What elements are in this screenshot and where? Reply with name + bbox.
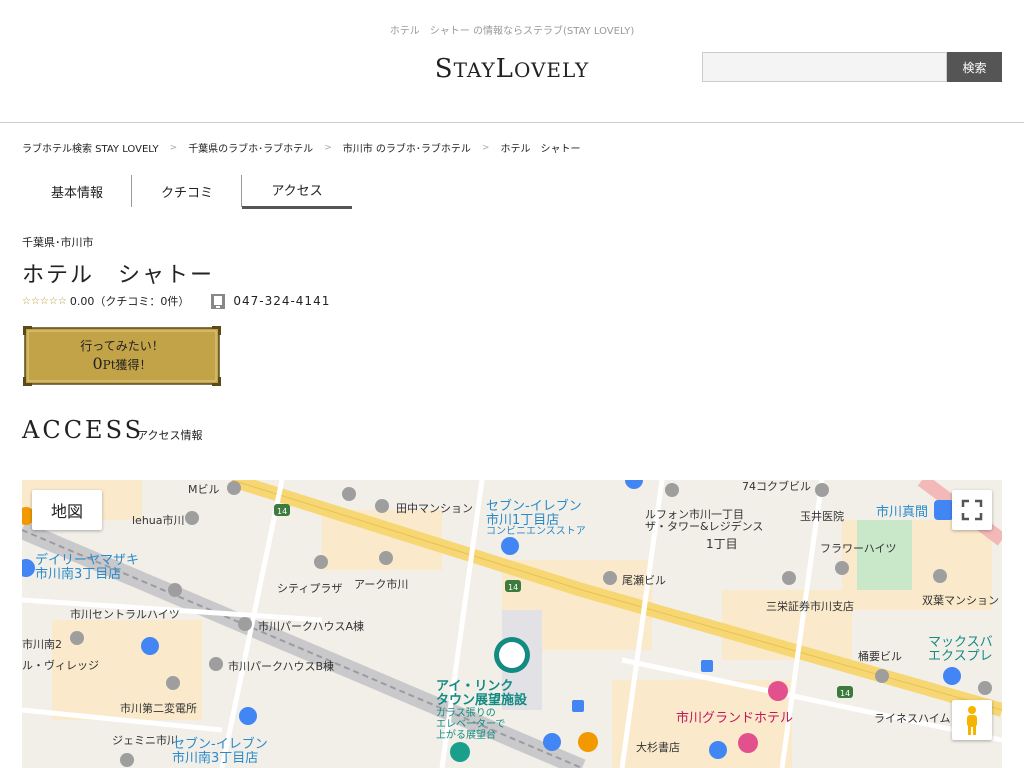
page-title: ホテル シャトー <box>22 263 215 288</box>
breadcrumb-separator: > <box>324 142 332 153</box>
svg-text:ガラス張りの: ガラス張りの <box>436 707 496 719</box>
svg-text:尾瀬ビル: 尾瀬ビル <box>622 573 666 587</box>
section-title: ACCESS <box>22 416 145 444</box>
svg-text:エクスプレ: エクスプレ <box>928 649 993 664</box>
svg-text:市川パークハウスB棟: 市川パークハウスB棟 <box>228 659 334 673</box>
svg-text:ライネスハイム: ライネスハイム <box>874 712 951 725</box>
pegman-icon <box>967 706 977 735</box>
street-view-button[interactable] <box>952 700 992 740</box>
svg-text:アーク市川: アーク市川 <box>354 577 408 591</box>
svg-text:シティプラザ: シティプラザ <box>277 582 342 595</box>
hotel-tabs: 基本情報 クチコミ アクセス <box>22 173 352 209</box>
svg-text:14: 14 <box>508 583 518 592</box>
svg-text:タウン展望施設: タウン展望施設 <box>436 692 528 708</box>
map-canvas[interactable]: Mビル 田中マンション セブン-イレブン 市川1丁目店 コンビニエンスストア 7… <box>22 480 1002 768</box>
want-to-go-button[interactable]: 行ってみたい！ 0Pt獲得！ <box>22 325 222 387</box>
restaurant-pin-icon <box>578 732 598 752</box>
svg-text:ジェミニ市川: ジェミニ市川 <box>112 733 178 747</box>
svg-text:ルフォン市川一丁目: ルフォン市川一丁目 <box>645 507 744 521</box>
svg-text:1丁目: 1丁目 <box>706 537 738 551</box>
attraction-pin-icon <box>450 742 470 762</box>
svg-text:市川セントラルハイツ: 市川セントラルハイツ <box>70 607 180 621</box>
breadcrumb-separator: > <box>169 142 178 153</box>
svg-text:市川パークハウスA棟: 市川パークハウスA棟 <box>258 619 364 633</box>
svg-text:上がる展望台: 上がる展望台 <box>436 728 496 741</box>
google-map[interactable]: Mビル 田中マンション セブン-イレブン 市川1丁目店 コンビニエンスストア 7… <box>22 480 1002 768</box>
svg-text:セブン-イレブン: セブン-イレブン <box>486 498 582 514</box>
search-input[interactable] <box>702 52 947 82</box>
site-header: ホテル シャトー の情報ならステラブ(STAY LOVELY) STAYLOVE… <box>0 0 1024 123</box>
svg-text:双葉マンション: 双葉マンション <box>922 593 999 607</box>
hotel-pin-icon <box>738 733 758 753</box>
tab-access[interactable]: アクセス <box>242 173 352 209</box>
fullscreen-button[interactable] <box>952 490 992 530</box>
svg-text:lehua市川: lehua市川 <box>132 513 185 527</box>
svg-text:Mビル: Mビル <box>188 483 220 496</box>
breadcrumb-item-current: ホテル シャトー <box>500 144 581 155</box>
svg-text:ル・ヴィレッジ: ル・ヴィレッジ <box>22 658 99 672</box>
rating-text: 0.00（クチコミ：0件） <box>69 295 190 308</box>
hotel-pin-icon <box>768 681 788 701</box>
breadcrumb-item-prefecture[interactable]: 千葉県のラブホ･ラブホテル <box>188 140 313 155</box>
search-button[interactable]: 検索 <box>947 52 1002 82</box>
svg-text:ザ・タワー&レジデンス: ザ・タワー&レジデンス <box>645 519 763 533</box>
phone-number[interactable]: 047-324-4141 <box>233 294 330 308</box>
svg-text:大杉書店: 大杉書店 <box>636 740 680 754</box>
breadcrumb-separator: > <box>481 142 490 153</box>
svg-text:フラワーハイツ: フラワーハイツ <box>820 542 897 555</box>
phone-icon <box>211 293 226 309</box>
breadcrumb: ラブホテル検索 STAY LOVELY > 千葉県のラブホ･ラブホテル > 市川… <box>22 140 581 156</box>
want-button-label: 行ってみたい！ <box>80 339 164 353</box>
svg-text:市川第二変電所: 市川第二変電所 <box>120 701 197 715</box>
hotel-location: 千葉県･市川市 <box>22 236 94 249</box>
svg-text:市川南3丁目店: 市川南3丁目店 <box>172 750 258 766</box>
tab-basic-info[interactable]: 基本情報 <box>22 173 132 209</box>
svg-text:コンビニエンスストア: コンビニエンスストア <box>486 525 586 537</box>
svg-text:セブン-イレブン: セブン-イレブン <box>172 736 268 752</box>
map-type-button[interactable]: 地図 <box>32 490 102 530</box>
points-label: Pt獲得！ <box>102 358 152 372</box>
star-rating-icon: ☆☆☆☆☆ <box>22 295 67 307</box>
svg-text:エレベーターで: エレベーターで <box>436 718 505 730</box>
svg-text:市川真間: 市川真間 <box>876 504 928 520</box>
svg-text:玉井医院: 玉井医院 <box>800 509 844 523</box>
tab-reviews[interactable]: クチコミ <box>132 173 242 209</box>
svg-text:74コクブビル: 74コクブビル <box>742 480 811 493</box>
points-value: 0 <box>92 354 103 373</box>
section-subtitle: アクセス情報 <box>137 429 203 442</box>
bus-stop-icon <box>701 660 713 672</box>
svg-text:デイリーヤマザキ: デイリーヤマザキ <box>35 552 139 568</box>
svg-text:三栄証券市川支店: 三栄証券市川支店 <box>766 599 854 613</box>
bus-stop-icon <box>572 700 584 712</box>
svg-text:市川南3丁目店: 市川南3丁目店 <box>35 566 121 582</box>
svg-text:アイ・リンク: アイ・リンク <box>436 679 513 694</box>
rating-row: ☆☆☆☆☆ 0.00（クチコミ：0件） 047-324-4141 <box>22 293 330 309</box>
svg-text:14: 14 <box>277 507 287 516</box>
fullscreen-icon <box>961 499 983 521</box>
svg-text:14: 14 <box>840 689 850 698</box>
breadcrumb-item-home[interactable]: ラブホテル検索 STAY LOVELY <box>22 140 159 155</box>
svg-text:マックスバ: マックスバ <box>928 635 993 650</box>
site-tagline: ホテル シャトー の情報ならステラブ(STAY LOVELY) <box>389 26 635 37</box>
svg-text:市川南2: 市川南2 <box>22 637 62 651</box>
station-icon <box>934 500 954 520</box>
breadcrumb-item-city[interactable]: 市川市 のラブホ･ラブホテル <box>343 140 471 155</box>
svg-text:田中マンション: 田中マンション <box>396 502 473 515</box>
svg-text:桶要ビル: 桶要ビル <box>858 649 902 663</box>
svg-text:市川グランドホテル: 市川グランドホテル <box>676 710 793 726</box>
